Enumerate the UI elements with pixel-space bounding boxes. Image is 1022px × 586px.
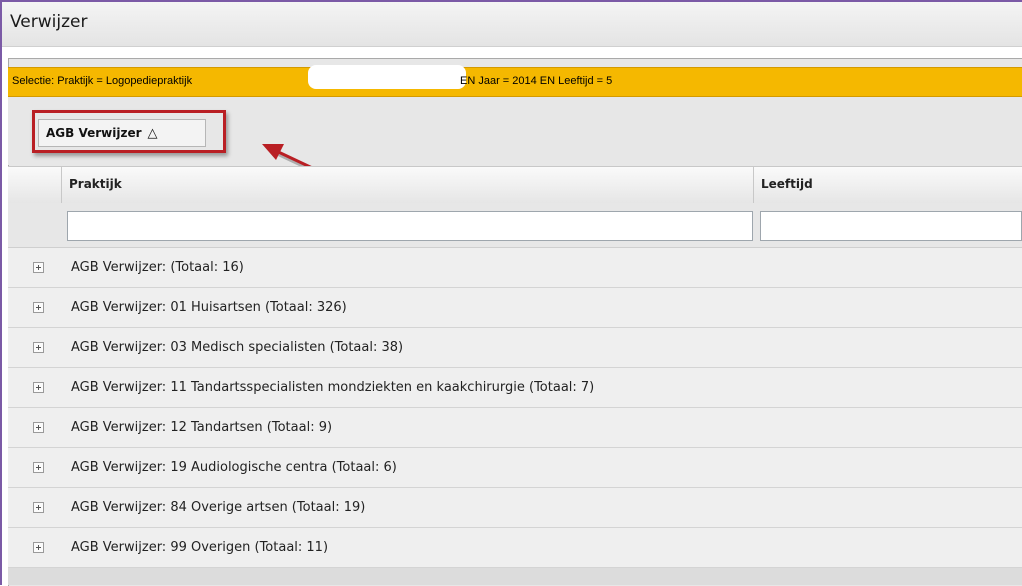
group-row-label: AGB Verwijzer: 01 Huisartsen (Totaal: 32… bbox=[71, 300, 347, 315]
group-row[interactable]: AGB Verwijzer: 11 Tandartsspecialisten m… bbox=[8, 368, 1022, 408]
plus-box-icon[interactable] bbox=[33, 422, 44, 433]
group-row-label: AGB Verwijzer: 11 Tandartsspecialisten m… bbox=[71, 380, 595, 395]
group-row[interactable]: AGB Verwijzer: 12 Tandartsen (Totaal: 9) bbox=[8, 408, 1022, 448]
redaction-mark bbox=[308, 65, 466, 89]
column-header-row: Praktijk Leeftijd bbox=[8, 166, 1022, 204]
footer-area bbox=[8, 568, 1022, 585]
selection-text-suffix: EN Jaar = 2014 EN Leeftijd = 5 bbox=[460, 75, 613, 87]
group-row[interactable]: AGB Verwijzer: 84 Overige artsen (Totaal… bbox=[8, 488, 1022, 528]
group-row-label: AGB Verwijzer: 12 Tandartsen (Totaal: 9) bbox=[71, 420, 333, 435]
plus-box-icon[interactable] bbox=[33, 302, 44, 313]
annotation-highlight-box bbox=[32, 110, 226, 153]
filter-row bbox=[8, 203, 1022, 248]
group-row[interactable]: AGB Verwijzer: 01 Huisartsen (Totaal: 32… bbox=[8, 288, 1022, 328]
column-header-leeftijd[interactable]: Leeftijd bbox=[754, 167, 1022, 203]
group-row-label: AGB Verwijzer: 84 Overige artsen (Totaal… bbox=[71, 500, 366, 515]
title-bar: Verwijzer bbox=[2, 2, 1022, 47]
group-row[interactable]: AGB Verwijzer: 99 Overigen (Totaal: 11) bbox=[8, 528, 1022, 568]
leeftijd-filter-input[interactable] bbox=[760, 211, 1022, 241]
plus-box-icon[interactable] bbox=[33, 462, 44, 473]
plus-box-icon[interactable] bbox=[33, 502, 44, 513]
group-row-label: AGB Verwijzer: 99 Overigen (Totaal: 11) bbox=[71, 540, 329, 555]
window-title: Verwijzer bbox=[10, 12, 88, 32]
selection-bar: Selectie: Praktijk = Logopediepraktijk E… bbox=[8, 65, 1022, 97]
plus-box-icon[interactable] bbox=[33, 342, 44, 353]
group-rows: AGB Verwijzer: (Totaal: 16) AGB Verwijze… bbox=[8, 248, 1022, 568]
column-header-praktijk[interactable]: Praktijk bbox=[62, 167, 754, 203]
group-row[interactable]: AGB Verwijzer: (Totaal: 16) bbox=[8, 248, 1022, 288]
selection-text-prefix: Selectie: Praktijk = Logopediepraktijk bbox=[12, 75, 193, 87]
praktijk-filter-input[interactable] bbox=[67, 211, 753, 241]
plus-box-icon[interactable] bbox=[33, 262, 44, 273]
group-row-label: AGB Verwijzer: 03 Medisch specialisten (… bbox=[71, 340, 404, 355]
plus-box-icon[interactable] bbox=[33, 542, 44, 553]
header-spacer bbox=[8, 167, 62, 203]
group-row-label: AGB Verwijzer: 19 Audiologische centra (… bbox=[71, 460, 397, 475]
group-row[interactable]: AGB Verwijzer: 19 Audiologische centra (… bbox=[8, 448, 1022, 488]
group-row[interactable]: AGB Verwijzer: 03 Medisch specialisten (… bbox=[8, 328, 1022, 368]
plus-box-icon[interactable] bbox=[33, 382, 44, 393]
group-row-label: AGB Verwijzer: (Totaal: 16) bbox=[71, 260, 244, 275]
